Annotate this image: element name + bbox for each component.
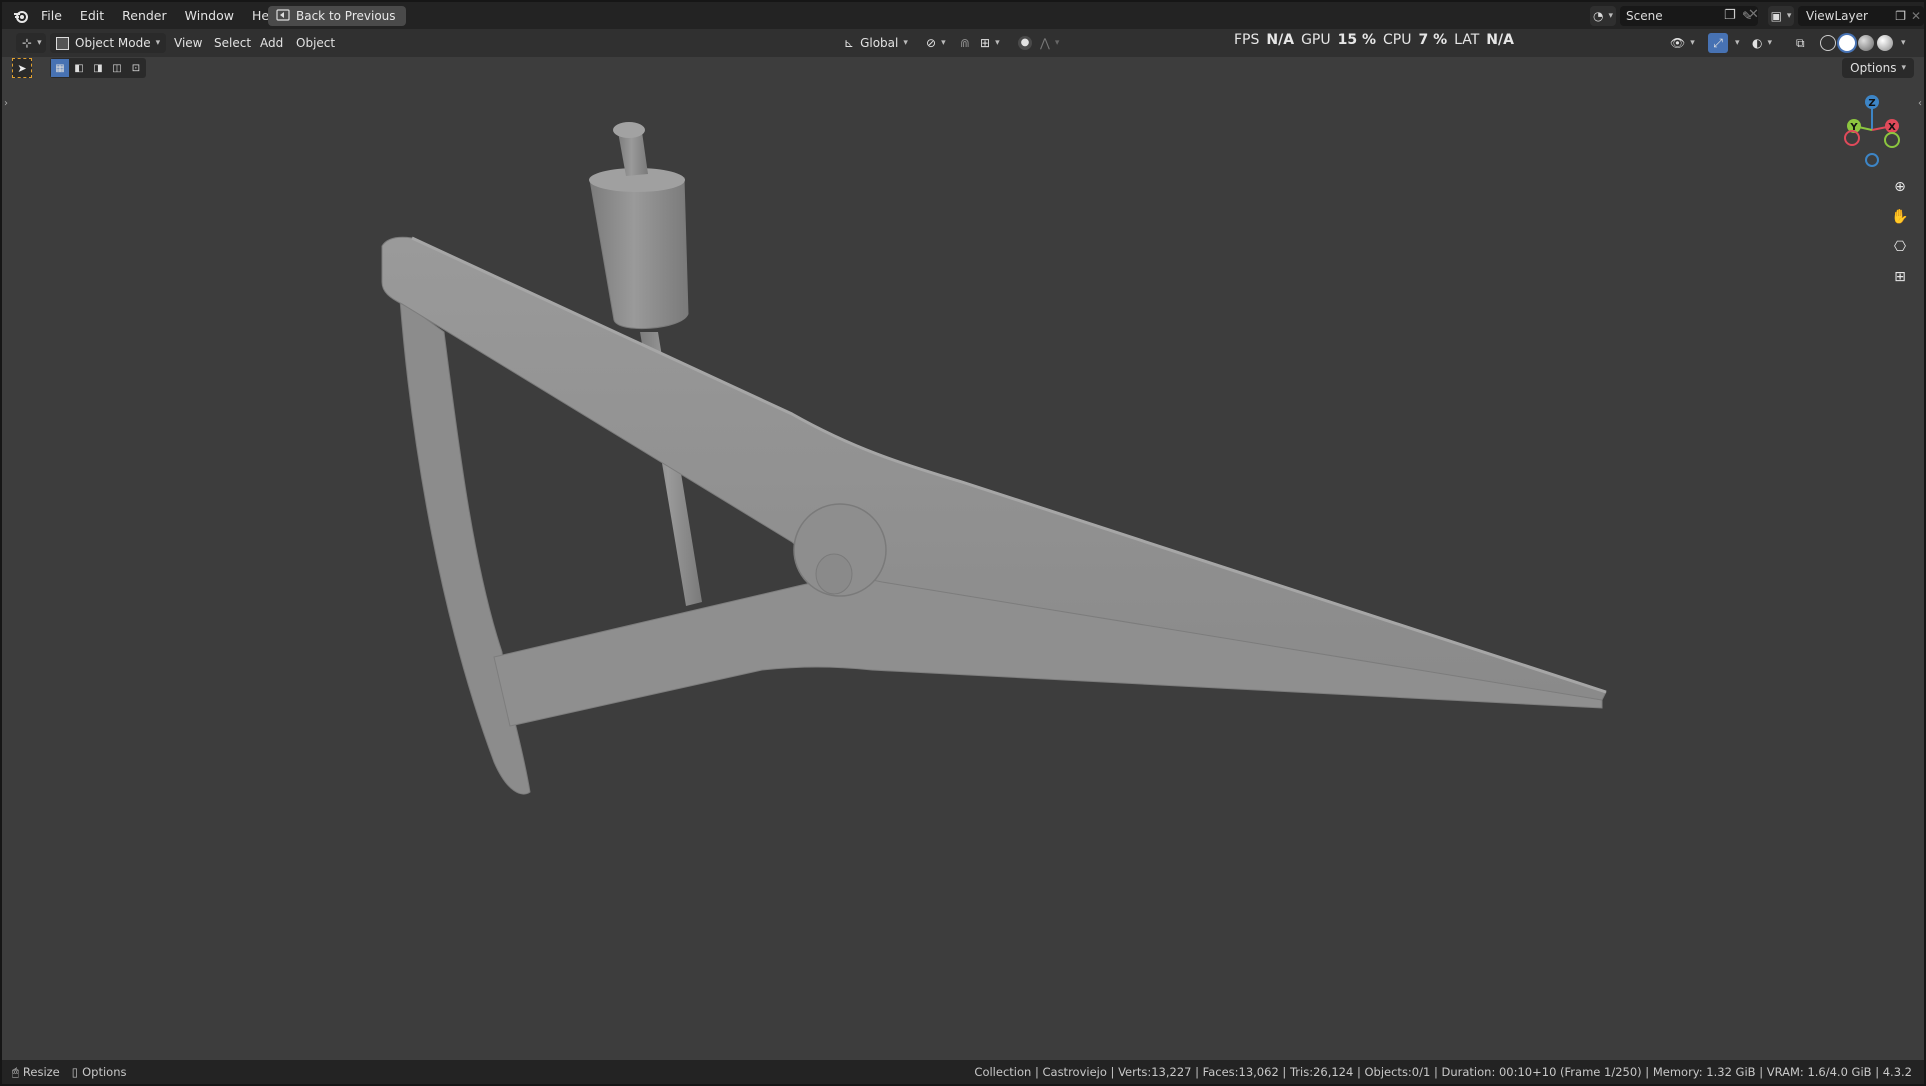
scene-statistics: Collection | Castroviejo | Verts:13,227 …	[974, 1065, 1912, 1079]
gizmo-z-label: Z	[1868, 98, 1875, 109]
grid-icon[interactable]: ⊞	[1887, 264, 1913, 290]
axis-gizmo[interactable]: Z X Y	[1832, 90, 1912, 170]
model-hinge-screw	[815, 553, 853, 595]
options-hint: Options	[82, 1065, 127, 1079]
gizmo-x-label: X	[1888, 122, 1896, 133]
resize-hint: Resize	[22, 1065, 60, 1079]
model-knob	[589, 177, 689, 330]
gizmo-neg-x[interactable]	[1844, 130, 1860, 146]
gizmo-y-label: Y	[1849, 122, 1858, 133]
gizmo-neg-z[interactable]	[1865, 153, 1879, 167]
gizmo-neg-y[interactable]	[1884, 132, 1900, 148]
camera-icon[interactable]: ⎔	[1887, 234, 1913, 260]
castroviejo-model[interactable]	[2, 2, 1924, 1032]
blender-window: File Edit Render Window Help Back to Pre…	[2, 2, 1924, 1084]
status-bar: 🖱 Resize ▯ Options Collection | Castrovi…	[2, 1060, 1924, 1084]
model-knob-cap	[613, 122, 645, 138]
zoom-icon[interactable]: ⊕	[1887, 174, 1913, 200]
hand-icon[interactable]: ✋	[1887, 204, 1913, 230]
mouse-left-icon: 🖱	[12, 1064, 19, 1079]
mouse-right-icon: ▯	[71, 1065, 79, 1079]
